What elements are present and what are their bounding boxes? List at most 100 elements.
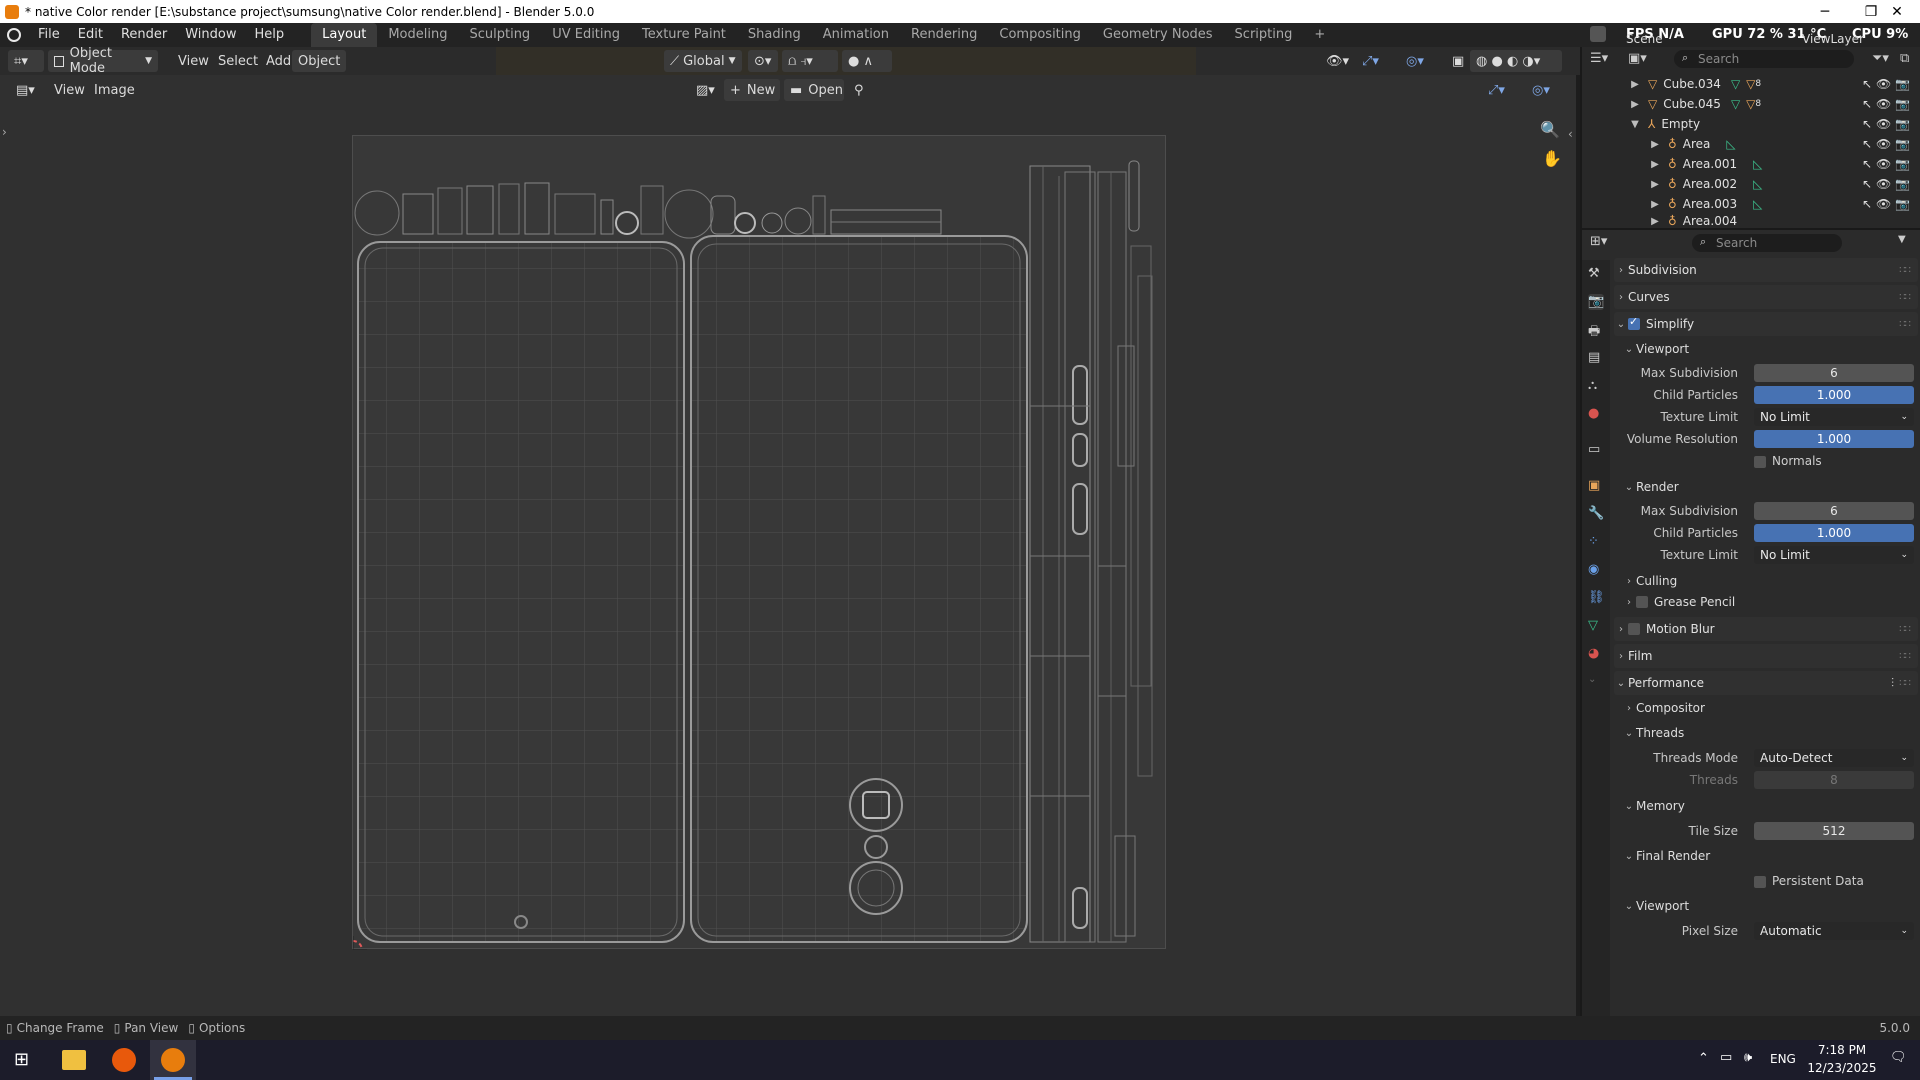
shading-modes[interactable]: ◍ ● ◐ ◑▾ — [1470, 50, 1562, 72]
visibility-toggles[interactable]: ↖ 👁 📷 — [1862, 117, 1910, 131]
drag-handle-icon[interactable]: ∷∷ — [1899, 319, 1911, 330]
visibility-toggles[interactable]: ↖ 👁 📷 — [1862, 157, 1910, 171]
image-browse-button[interactable]: ▨▾ — [690, 79, 721, 101]
outliner-row[interactable]: ▼ ⅄ Empty ↖ 👁 📷 — [1582, 114, 1920, 134]
visibility-toggles[interactable]: ↖ 👁 📷 — [1862, 77, 1910, 91]
windows-start-icon[interactable]: ⊞ — [14, 1050, 34, 1070]
menu-window[interactable]: Window — [176, 23, 245, 47]
panel-performance[interactable]: ⌄ Performance ⫶ ∷∷ — [1614, 671, 1918, 695]
expand-arrow-icon[interactable]: ▶ — [1628, 99, 1642, 110]
motion-blur-checkbox[interactable] — [1628, 623, 1640, 635]
transform-orientation-dropdown[interactable]: ⟋ Global ▼ — [664, 50, 742, 72]
persistent-data-checkbox[interactable] — [1754, 875, 1766, 888]
visibility-toggles[interactable]: ↖ 👁 📷 — [1862, 197, 1910, 211]
chevron-down-icon[interactable]: ▼ — [1898, 234, 1906, 245]
mode-dropdown[interactable]: Object Mode ▼ — [48, 46, 158, 76]
persistent-data-checkbox-wrap[interactable]: Persistent Data — [1754, 874, 1864, 888]
menu-select[interactable]: Select — [212, 50, 264, 72]
panel-subdivision[interactable]: › Subdivision ∷∷ — [1614, 258, 1918, 282]
world-tab-icon[interactable]: ● — [1588, 406, 1604, 422]
subpanel-viewport-perf[interactable]: ⌄ Viewport — [1622, 895, 1918, 917]
snap-button[interactable]: ⩍ ⫞▾ — [782, 50, 838, 72]
menu-file[interactable]: File — [29, 23, 69, 47]
tab-animation[interactable]: Animation — [812, 23, 900, 47]
outliner-row[interactable]: ▶ ♁ Area.001 ◺ ↖ 👁 📷 — [1582, 154, 1920, 174]
max-subdivision-render-field[interactable]: 6 — [1754, 502, 1914, 520]
expand-arrow-icon[interactable]: ▶ — [1628, 79, 1642, 90]
outliner-row[interactable]: ▶ ♁ Area.003 ◺ ↖ 👁 📷 — [1582, 194, 1920, 214]
image-editor-type-button[interactable]: ▤▾ — [10, 79, 41, 101]
outliner-editor-type-icon[interactable]: ☰▾ — [1590, 51, 1608, 66]
particles-tab-icon[interactable]: ⁘ — [1588, 534, 1604, 550]
drag-handle-icon[interactable]: ∷∷ — [1899, 292, 1911, 303]
normals-checkbox-wrap[interactable]: Normals — [1754, 454, 1822, 468]
physics-tab-icon[interactable]: ◉ — [1588, 562, 1604, 578]
tab-compositing[interactable]: Compositing — [988, 23, 1092, 47]
menu-edit[interactable]: Edit — [69, 23, 112, 47]
collapse-arrow-icon[interactable]: ▼ — [1628, 119, 1642, 130]
properties-editor-type-icon[interactable]: ⊞▾ — [1590, 234, 1607, 249]
visibility-icon[interactable]: 👁▾ — [1320, 50, 1355, 72]
collection-tab-icon[interactable]: ▭ — [1588, 442, 1604, 458]
image-overlay-icon[interactable]: ◎▾ — [1526, 79, 1556, 101]
output-tab-icon[interactable]: 🖶 — [1588, 322, 1604, 339]
menu-render[interactable]: Render — [112, 23, 176, 47]
expand-arrow-icon[interactable]: ▶ — [1648, 139, 1662, 150]
image-gizmo-icon[interactable]: ⤢▾ — [1482, 79, 1511, 101]
drag-handle-icon[interactable]: ∷∷ — [1899, 265, 1911, 276]
tab-rendering[interactable]: Rendering — [900, 23, 988, 47]
blender-task-button[interactable] — [150, 1040, 196, 1080]
volume-resolution-slider[interactable]: 1.000 — [1754, 430, 1914, 448]
object-tab-icon[interactable]: ▣ — [1588, 478, 1604, 494]
hand-pan-icon[interactable]: ✋ — [1542, 149, 1562, 168]
display-mode-icon[interactable]: ▣▾ — [1628, 51, 1647, 66]
tab-sculpting[interactable]: Sculpting — [458, 23, 541, 47]
expand-arrow-icon[interactable]: ▶ — [1648, 216, 1662, 227]
view-layer-name[interactable]: ViewLayer — [1802, 31, 1864, 47]
open-image-button[interactable]: ▬ Open — [784, 79, 844, 101]
child-particles-render-slider[interactable]: 1.000 — [1754, 524, 1914, 542]
outliner-row[interactable]: ▶ ♁ Area.004 — [1582, 214, 1920, 228]
image-menu-view[interactable]: View — [48, 79, 91, 101]
simplify-checkbox[interactable] — [1628, 315, 1640, 330]
tool-tab-icon[interactable]: ⚒ — [1588, 266, 1604, 282]
tab-texture-paint[interactable]: Texture Paint — [631, 23, 737, 47]
image-menu-image[interactable]: Image — [88, 79, 141, 101]
file-explorer-icon[interactable] — [62, 1050, 86, 1070]
zoom-icon[interactable]: 🔍 — [1540, 120, 1560, 139]
menu-view[interactable]: View — [172, 50, 215, 72]
language-indicator[interactable]: ENG — [1770, 1052, 1796, 1066]
modifier-tab-icon[interactable]: 🔧 — [1588, 506, 1604, 522]
subpanel-threads[interactable]: ⌄ Threads — [1622, 722, 1918, 744]
firefox-icon[interactable] — [112, 1048, 136, 1072]
menu-object[interactable]: Object — [292, 50, 347, 72]
constraints-tab-icon[interactable]: ⛓ — [1588, 590, 1605, 606]
subpanel-culling[interactable]: › Culling — [1622, 570, 1918, 592]
scene-name[interactable]: Scene — [1626, 31, 1663, 47]
visibility-toggles[interactable]: ↖ 👁 📷 — [1862, 137, 1910, 151]
image-editor-area[interactable]: › 🔍 ✋ ‹ — [0, 105, 1576, 1016]
tab-scripting[interactable]: Scripting — [1224, 23, 1304, 47]
expand-arrow-icon[interactable]: ▶ — [1648, 159, 1662, 170]
tab-shading[interactable]: Shading — [737, 23, 812, 47]
filter-icon[interactable]: ⏷▾ — [1872, 51, 1889, 66]
data-tab-icon[interactable]: ▽ — [1588, 618, 1604, 634]
new-collection-icon[interactable]: ⧉ — [1900, 51, 1909, 66]
menu-help[interactable]: Help — [246, 23, 294, 47]
child-particles-viewport-slider[interactable]: 1.000 — [1754, 386, 1914, 404]
outliner-search-input[interactable]: ⌕ Search — [1674, 50, 1854, 68]
subpanel-compositor[interactable]: › Compositor — [1622, 697, 1918, 719]
presets-icon[interactable]: ⫶ — [1891, 676, 1894, 691]
pixel-size-dropdown[interactable]: Automatic ⌄ — [1754, 922, 1914, 940]
gizmo-toggle-icon[interactable]: ⤢▾ — [1356, 50, 1385, 72]
scene-tab-icon[interactable]: ⛬ — [1588, 378, 1604, 394]
render-tab-icon[interactable]: 📷 — [1588, 294, 1604, 310]
visibility-toggles[interactable]: ↖ 👁 📷 — [1862, 97, 1910, 111]
toolbar-expand-arrow-icon[interactable]: › — [2, 125, 7, 139]
grease-pencil-checkbox[interactable] — [1636, 596, 1648, 608]
network-icon[interactable]: ▭ — [1720, 1050, 1732, 1065]
clock-time[interactable]: 7:18 PM — [1812, 1043, 1872, 1057]
drag-handle-icon[interactable]: ∷∷ — [1899, 678, 1911, 689]
subpanel-final-render[interactable]: ⌄ Final Render — [1622, 845, 1918, 867]
tab-uv-editing[interactable]: UV Editing — [541, 23, 631, 47]
